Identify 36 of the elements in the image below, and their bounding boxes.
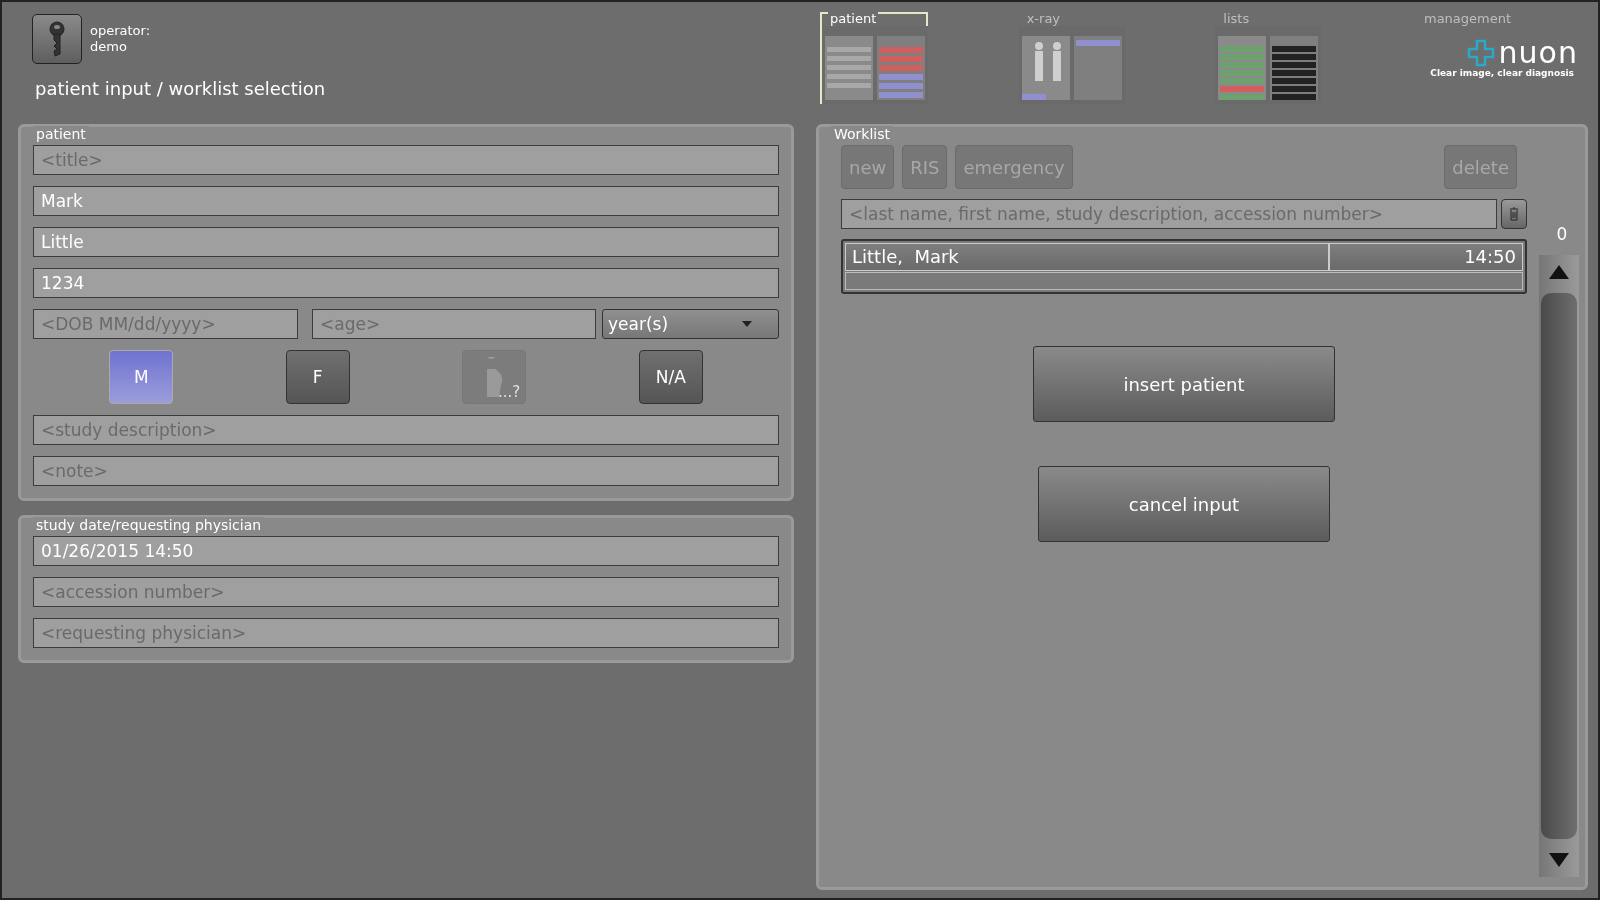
tab-label: lists — [1221, 12, 1252, 26]
panel-legend: patient — [33, 126, 89, 142]
patient-name-cell[interactable]: Little, Mark — [846, 244, 1330, 270]
action-button[interactable]: cancel input — [1038, 466, 1330, 542]
sex-button[interactable]: M — [109, 350, 174, 404]
screen-title: patient input / worklist selection — [35, 78, 327, 99]
action-button[interactable]: insert patient — [1033, 346, 1335, 422]
operator-label: operator: — [90, 23, 151, 39]
count-label: 0 — [1556, 223, 1568, 246]
input-field[interactable]: Little — [33, 227, 779, 257]
clear-button[interactable] — [1501, 199, 1527, 229]
age-unit-dropdown[interactable]: year(s) — [602, 309, 779, 339]
management-tab[interactable]: management nuon Clear image, clear diagnosis — [1409, 12, 1580, 104]
key-button[interactable] — [32, 14, 82, 64]
sex-button[interactable]: N/A — [638, 350, 703, 404]
trash-icon — [1509, 207, 1519, 221]
screen-thumbnail-tab[interactable]: patient — [820, 12, 928, 104]
logo-text: nuon — [1498, 38, 1578, 68]
scroll-up-icon[interactable] — [1549, 265, 1569, 279]
logo-tagline: Clear image, clear diagnosis — [1430, 68, 1574, 78]
screen-thumbnail-tab[interactable]: lists — [1213, 12, 1322, 104]
input-field[interactable]: 01/26/2015 14:50 — [33, 536, 779, 566]
key-icon — [46, 21, 68, 57]
scroll-down-icon[interactable] — [1549, 853, 1569, 867]
sex-button[interactable]: F — [285, 350, 350, 404]
tab-label: patient — [828, 12, 879, 26]
panel-legend: study date/requesting physician — [33, 517, 265, 533]
scrollbar[interactable] — [1539, 255, 1579, 877]
panel-legend: Worklist — [831, 126, 893, 142]
time-cell[interactable]: 14:50 — [1330, 244, 1522, 270]
screen-thumbnail-tab[interactable]: x-ray — [1016, 12, 1125, 104]
operator-name: demo — [90, 39, 128, 55]
input-field[interactable]: 1234 — [33, 268, 779, 298]
dropdown-caret-icon — [742, 321, 752, 327]
input-field[interactable]: Mark — [33, 186, 779, 216]
cross-logo-icon — [1466, 39, 1495, 67]
